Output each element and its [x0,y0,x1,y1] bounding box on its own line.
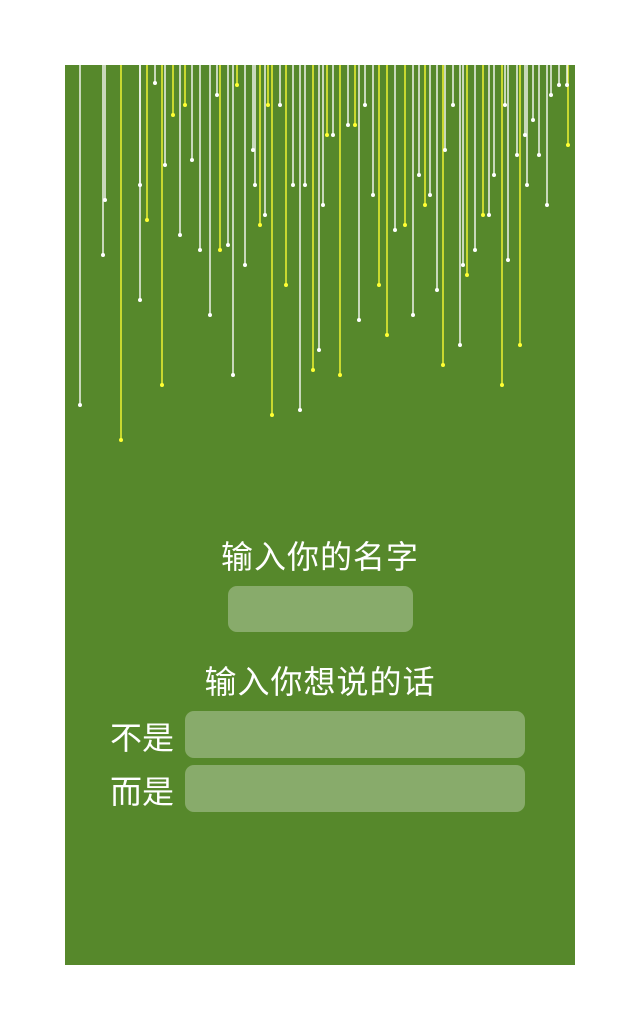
light-streak-tip [515,153,519,157]
light-streak-tip [363,103,367,107]
light-streak-tip [443,148,447,152]
light-streak-tip [303,183,307,187]
light-streak-tip [346,123,350,127]
light-streak-tip [278,103,282,107]
light-streak-tip [178,233,182,237]
light-streak-tip [423,203,427,207]
light-streak-tip [377,283,381,287]
light-streak-tip [298,408,302,412]
light-streak-tip [411,313,415,317]
light-streak-tip [171,113,175,117]
light-streak-tip [525,183,529,187]
light-streak-tip [338,373,342,377]
but-input[interactable] [185,765,525,812]
name-input[interactable] [228,586,413,632]
light-streak-tip [321,203,325,207]
light-streak-tip [284,283,288,287]
light-streak-tip [243,263,247,267]
name-heading: 输入你的名字 [220,538,419,576]
not-input[interactable] [185,711,525,758]
light-streak-tip [557,83,561,87]
light-streak-tip [481,213,485,217]
light-streak-tip [393,228,397,232]
light-streak-tip [317,348,321,352]
light-streak-tip [417,173,421,177]
light-streak-tip [119,438,123,442]
light-streak-tip [331,133,335,137]
light-streak-tip [103,198,107,202]
light-streak-tip [218,248,222,252]
light-streak-tip [403,223,407,227]
not-label: 不是 [110,719,175,757]
light-streak-tip [235,83,239,87]
light-streak-tip [371,193,375,197]
app-stage: 输入你的名字 输入你想说的话 不是 而是 [65,65,575,965]
light-streak-tip [566,143,570,147]
light-streak-tip [441,363,445,367]
light-streak-tip [78,403,82,407]
light-streak-tip [311,368,315,372]
light-streak-tip [451,103,455,107]
light-rain-decoration [78,65,570,442]
light-streak-tip [160,383,164,387]
light-streak-tip [537,153,541,157]
light-streak-tip [183,103,187,107]
message-heading: 输入你想说的话 [204,663,436,701]
light-streak-tip [503,103,507,107]
light-streak-tip [492,173,496,177]
light-streak-tip [461,263,465,267]
light-streak-tip [518,343,522,347]
light-streak-tip [270,413,274,417]
light-streak-tip [428,193,432,197]
light-streak-tip [435,288,439,292]
light-streak-tip [473,248,477,252]
light-streak-tip [458,343,462,347]
light-streak-tip [231,373,235,377]
light-streak-tip [153,81,157,85]
light-streak-tip [138,298,142,302]
light-streak-tip [357,318,361,322]
light-streak-tip [145,218,149,222]
light-streak-tip [353,123,357,127]
light-streak-tip [487,213,491,217]
light-streak-tip [500,383,504,387]
light-streak-tip [506,258,510,262]
light-streak-tip [253,183,257,187]
light-streak-tip [545,203,549,207]
light-streak-tip [198,248,202,252]
light-streak-tip [549,93,553,97]
light-streak-tip [263,213,267,217]
light-streak-tip [226,243,230,247]
light-streak-tip [325,133,329,137]
light-streak-tip [266,103,270,107]
light-streak-tip [258,223,262,227]
light-streak-tip [385,333,389,337]
light-streak-tip [101,253,105,257]
light-streak-tip [208,313,212,317]
light-streak-tip [190,158,194,162]
light-streak-tip [531,118,535,122]
light-streak-tip [465,273,469,277]
light-streak-tip [291,183,295,187]
light-streak-tip [215,93,219,97]
light-streak-tip [565,83,569,87]
but-label: 而是 [110,773,175,811]
light-streak-tip [163,163,167,167]
